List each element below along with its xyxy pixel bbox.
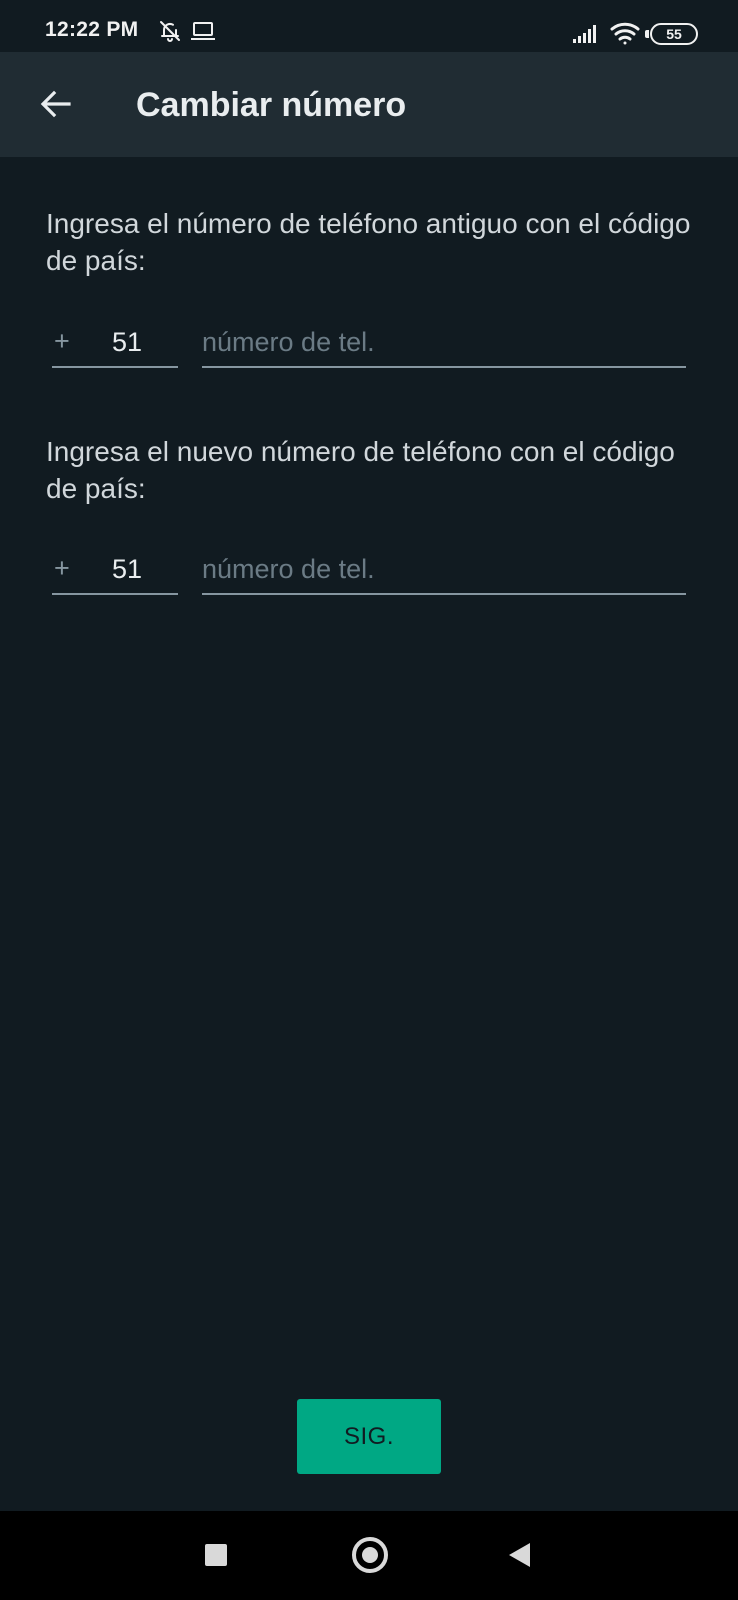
plus-sign: +	[54, 553, 70, 583]
old-country-code-field[interactable]: + 51	[52, 318, 178, 368]
wifi-icon	[610, 22, 640, 45]
bell-off-icon	[160, 21, 180, 42]
home-circle-inner	[362, 1547, 378, 1563]
laptop-icon	[191, 22, 215, 40]
back-triangle-icon[interactable]	[509, 1543, 530, 1567]
status-time: 12:22 PM	[45, 18, 139, 41]
recents-square-icon[interactable]	[205, 1544, 227, 1566]
signal-icon	[573, 25, 596, 43]
app-bar: Cambiar número	[0, 52, 738, 157]
old-number-instruction: Ingresa el número de teléfono antiguo co…	[46, 208, 691, 276]
new-country-code-field[interactable]: + 51	[52, 545, 178, 595]
battery-icon: 55	[650, 23, 698, 45]
old-phone-row: + 51 número de tel.	[52, 318, 686, 368]
home-circle-icon[interactable]	[352, 1537, 388, 1573]
page-title: Cambiar número	[136, 86, 407, 124]
old-phone-number-placeholder: número de tel.	[202, 327, 375, 357]
new-phone-number-input[interactable]: número de tel.	[202, 545, 686, 595]
nav-bar	[0, 1511, 738, 1600]
next-button[interactable]: SIG.	[297, 1399, 441, 1474]
arrow-left-icon	[40, 90, 71, 118]
status-bar: 12:22 PM 55	[0, 0, 738, 52]
new-phone-number-placeholder: número de tel.	[202, 554, 375, 584]
new-phone-row: + 51 número de tel.	[52, 545, 686, 595]
new-country-code-value: 51	[112, 554, 143, 584]
old-country-code-value: 51	[112, 327, 143, 357]
battery-tip	[645, 30, 649, 38]
old-phone-number-input[interactable]: número de tel.	[202, 318, 686, 368]
back-button[interactable]	[28, 76, 84, 132]
plus-sign: +	[54, 326, 70, 356]
new-number-instruction: Ingresa el nuevo número de teléfono con …	[46, 436, 675, 504]
